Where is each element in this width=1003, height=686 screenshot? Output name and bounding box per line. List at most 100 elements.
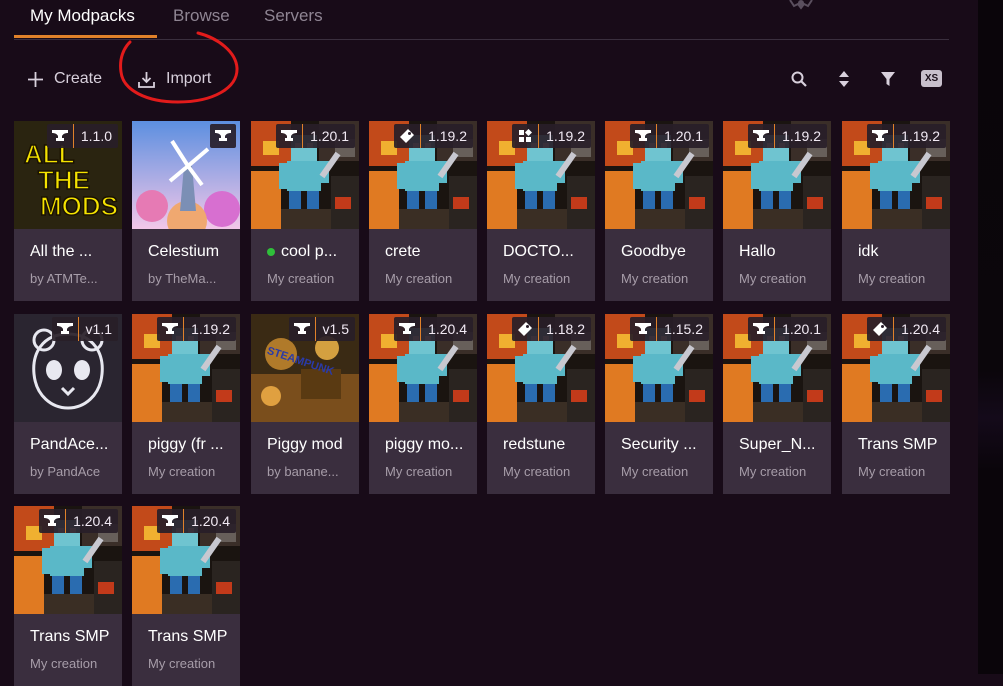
anvil-icon	[289, 317, 315, 341]
modpack-author: by PandAce	[30, 464, 101, 479]
game-version: v1.1	[85, 321, 112, 337]
modpack-name-text: All the ...	[30, 243, 93, 260]
version-badge: 1.19.2	[512, 124, 591, 148]
version-badge: v1.5	[288, 317, 355, 341]
anvil-icon	[394, 317, 420, 341]
modpack-name-text: Trans SMP	[30, 628, 110, 645]
modpack-card[interactable]: 1.20.4 Trans SMP My creation	[14, 506, 122, 686]
modpack-name: crete	[385, 243, 473, 261]
game-version: 1.20.1	[664, 128, 703, 144]
version-badge: 1.18.2	[512, 317, 591, 341]
modpack-card[interactable]: 1.19.2 idk My creation	[842, 121, 950, 301]
modpack-name: Piggy mod	[267, 436, 355, 454]
modpack-author: by ATMTe...	[30, 271, 98, 286]
anvil-icon	[210, 124, 236, 148]
game-version: v1.5	[322, 321, 349, 337]
modpack-card[interactable]: 1.19.2 Hallo My creation	[723, 121, 831, 301]
anvil-icon	[276, 124, 302, 148]
running-status-dot	[267, 247, 275, 256]
modpack-name: Goodbye	[621, 243, 709, 261]
modpack-author: My creation	[503, 271, 571, 286]
modpack-author: My creation	[858, 464, 926, 479]
anvil-icon	[52, 317, 78, 341]
modpack-card[interactable]: 1.19.2 crete My creation	[369, 121, 477, 301]
tab-browse[interactable]: Browse	[173, 6, 230, 26]
modpack-author: My creation	[858, 271, 926, 286]
modpack-name-text: Celestium	[148, 243, 220, 260]
version-badge: 1.19.2	[157, 317, 236, 341]
version-badge: 1.20.1	[276, 124, 355, 148]
game-version: 1.19.2	[191, 321, 230, 337]
game-version: 1.19.2	[901, 128, 940, 144]
filter-icon[interactable]	[878, 69, 898, 89]
anvil-icon	[748, 124, 774, 148]
modpack-card[interactable]: Celestium by TheMa...	[132, 121, 240, 301]
modpack-author: My creation	[739, 271, 807, 286]
modpack-card[interactable]: STEAMPUNK v1.5 Piggy mod by banane...	[251, 314, 359, 494]
modpack-card[interactable]: 1.18.2 redstune My creation	[487, 314, 595, 494]
version-badge: 1.20.4	[867, 317, 946, 341]
version-badge: 1.20.1	[630, 124, 709, 148]
modpack-card[interactable]: 1.20.4 Trans SMP My creation	[842, 314, 950, 494]
modpack-name-text: Hallo	[739, 243, 776, 260]
modpack-card[interactable]: 1.19.2 DOCTO... My creation	[487, 121, 595, 301]
svg-text:MODS: MODS	[40, 191, 118, 221]
tab-servers[interactable]: Servers	[264, 6, 323, 26]
create-label: Create	[54, 70, 103, 87]
modpack-card[interactable]: 1.19.2 piggy (fr ... My creation	[132, 314, 240, 494]
modpack-card[interactable]: 1.20.1 cool p... My creation	[251, 121, 359, 301]
modpack-name: piggy (fr ...	[148, 436, 236, 454]
modpack-card[interactable]: 1.20.1 Super_N... My creation	[723, 314, 831, 494]
modpack-name-text: piggy mo...	[385, 436, 464, 453]
modpack-name-text: Trans SMP	[148, 628, 228, 645]
modpack-card[interactable]: 1.20.4 piggy mo... My creation	[369, 314, 477, 494]
card-size-toggle[interactable]: XS	[921, 70, 942, 87]
anvil-icon	[630, 124, 656, 148]
game-version: 1.18.2	[546, 321, 585, 337]
modpack-name: Super_N...	[739, 436, 827, 454]
version-badge: 1.19.2	[867, 124, 946, 148]
modpack-card[interactable]: 1.15.2 Security ... My creation	[605, 314, 713, 494]
modpack-name-text: redstune	[503, 436, 566, 453]
create-button[interactable]: Create	[27, 66, 102, 92]
modpack-name: Security ...	[621, 436, 709, 454]
game-version: 1.20.4	[901, 321, 940, 337]
plus-icon	[28, 71, 43, 87]
modpack-name: cool p...	[267, 243, 355, 261]
modpack-name: Celestium	[148, 243, 236, 261]
modpack-name-text: crete	[385, 243, 421, 260]
background-strip	[978, 0, 1003, 674]
version-badge: 1.20.1	[748, 317, 827, 341]
tab-my-modpacks[interactable]: My Modpacks	[30, 6, 135, 26]
version-badge: 1.19.2	[394, 124, 473, 148]
anvil-icon	[157, 317, 183, 341]
modpack-name-text: Super_N...	[739, 436, 816, 453]
modpack-name: piggy mo...	[385, 436, 473, 454]
sort-icon[interactable]	[834, 69, 854, 89]
modpack-card[interactable]: 1.20.4 Trans SMP My creation	[132, 506, 240, 686]
search-icon[interactable]	[789, 69, 809, 89]
anvil-icon	[748, 317, 774, 341]
version-badge	[210, 124, 236, 148]
anvil-icon	[47, 124, 73, 148]
download-icon	[138, 71, 155, 88]
modpack-name: redstune	[503, 436, 591, 454]
version-badge: 1.19.2	[748, 124, 827, 148]
tag-icon	[394, 124, 420, 148]
modpack-name: DOCTO...	[503, 243, 591, 261]
game-version: 1.20.4	[191, 513, 230, 529]
active-tab-underline	[14, 35, 157, 38]
profile-icon[interactable]	[788, 0, 814, 12]
modpack-card[interactable]: v1.1 PandAce... by PandAce	[14, 314, 122, 494]
tag-icon	[867, 317, 893, 341]
import-button[interactable]: Import	[137, 66, 211, 92]
version-badge: v1.1	[51, 317, 118, 341]
modpack-card[interactable]: 1.20.1 Goodbye My creation	[605, 121, 713, 301]
modpack-author: My creation	[621, 464, 689, 479]
modpack-author: by banane...	[267, 464, 339, 479]
modpack-author: My creation	[385, 464, 453, 479]
modpack-author: My creation	[148, 656, 216, 671]
modpack-name: Hallo	[739, 243, 827, 261]
modpack-card[interactable]: ALL THE MODS 1.1.0 All the ... by ATMTe...	[14, 121, 122, 301]
modpack-author: My creation	[30, 656, 98, 671]
